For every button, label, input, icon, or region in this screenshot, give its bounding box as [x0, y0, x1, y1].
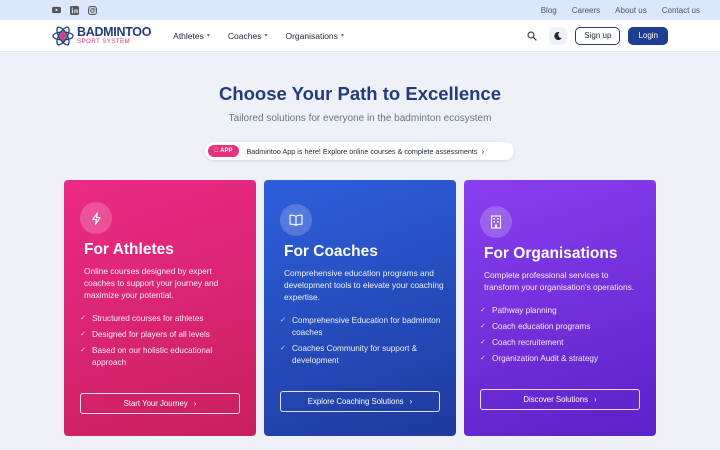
- feature-item: ✓ Coach recruitement: [480, 337, 646, 349]
- feature-list: ✓ Structured courses for athletes ✓ Design…: [80, 313, 246, 373]
- nav-menu: Athletes ▾ Coaches ▾ Organisations ▾: [173, 31, 344, 41]
- check-icon: ✓: [480, 355, 486, 362]
- menu-label: Athletes: [173, 30, 204, 41]
- menu-label: Coaches: [227, 30, 262, 41]
- instagram-icon[interactable]: [88, 5, 97, 15]
- feature-text: Coach recruitement: [492, 338, 564, 347]
- signup-button[interactable]: Sign up: [575, 26, 621, 45]
- feature-text: Coach education programs: [492, 322, 591, 331]
- book-icon: [280, 204, 312, 236]
- feature-item: ✓ Coach education programs: [480, 321, 646, 333]
- chevron-right-icon: ›: [409, 397, 413, 406]
- search-icon: [527, 30, 537, 41]
- chevron-down-icon: ▾: [264, 33, 268, 39]
- discover-solutions-button[interactable]: Discover Solutions ›: [480, 389, 640, 410]
- check-icon: ✓: [480, 307, 486, 314]
- logo-tagline: SPORT SYSTEM: [77, 38, 131, 46]
- chevron-right-icon: ›: [193, 399, 197, 408]
- careers-link[interactable]: Careers: [572, 6, 600, 15]
- check-icon: ✓: [280, 317, 286, 324]
- feature-item: ✓ Structured courses for athletes: [80, 313, 246, 325]
- check-icon: ✓: [80, 315, 86, 322]
- start-journey-button[interactable]: Start Your Journey ›: [80, 393, 240, 414]
- feature-item: ✓ Pathway planning: [480, 305, 646, 317]
- feature-item: ✓ Designed for players of all levels: [80, 329, 246, 341]
- feature-text: Organization Audit & strategy: [492, 354, 599, 363]
- feature-item: ✓ Organization Audit & strategy: [480, 353, 646, 365]
- chevron-right-icon: ›: [481, 147, 484, 156]
- search-button[interactable]: [523, 27, 541, 45]
- theme-toggle-button[interactable]: [549, 26, 568, 45]
- linkedin-icon[interactable]: [70, 5, 79, 15]
- app-announcement-banner[interactable]:  APP Badmintoo App is here! Explore onl…: [205, 142, 514, 160]
- blog-link[interactable]: Blog: [541, 6, 557, 15]
- card-title: For Athletes: [84, 241, 174, 258]
- card-coaches: For Coaches Comprehensive education prog…: [264, 180, 456, 436]
- page-title: Choose Your Path to Excellence: [218, 83, 502, 104]
- login-button[interactable]: Login: [628, 26, 668, 45]
- feature-text: Based on our holistic educational approa…: [92, 346, 213, 367]
- menu-organisations[interactable]: Organisations ▾: [285, 31, 343, 41]
- main-navigation: BADMINTOO SPORT SYSTEM Athletes ▾ Coache…: [0, 20, 720, 52]
- logo-wordmark: BADMINTOO: [77, 24, 152, 39]
- chevron-down-icon: ▾: [340, 33, 344, 39]
- feature-list: ✓ Comprehensive Education for badminton c…: [280, 315, 446, 371]
- menu-coaches[interactable]: Coaches ▾: [228, 31, 268, 41]
- atom-logo-icon: [52, 25, 74, 46]
- announcement-text: Badmintoo App is here! Explore online co…: [240, 146, 478, 156]
- check-icon: ✓: [480, 339, 486, 346]
- moon-icon: [554, 31, 563, 40]
- card-description: Complete professional services to transf…: [484, 270, 635, 292]
- card-title: For Organisations: [484, 245, 618, 262]
- logo[interactable]: BADMINTOO SPORT SYSTEM: [52, 25, 151, 47]
- card-organisations: For Organisations Complete professional …: [464, 180, 656, 436]
- app-badge:  APP: [208, 145, 239, 157]
- check-icon: ✓: [80, 347, 86, 354]
- feature-item: ✓ Coaches Community for support & develop…: [280, 343, 446, 367]
- about-us-link[interactable]: About us: [615, 6, 647, 15]
- nav-actions: Sign up Login: [523, 26, 668, 45]
- feature-text: Pathway planning: [492, 306, 557, 315]
- lightning-icon: [80, 202, 112, 234]
- feature-text: Comprehensive Education for badminton co…: [292, 316, 441, 337]
- utility-links: Blog Careers About us Contact us: [541, 6, 700, 15]
- explore-coaching-button[interactable]: Explore Coaching Solutions ›: [280, 391, 440, 412]
- check-icon: ✓: [480, 323, 486, 330]
- social-links: [52, 5, 97, 15]
- youtube-icon[interactable]: [52, 6, 61, 15]
- feature-list: ✓ Pathway planning ✓ Coach education progr…: [480, 305, 646, 369]
- button-label: Start Your Journey: [123, 399, 188, 408]
- chevron-down-icon: ▾: [206, 33, 210, 39]
- feature-text: Designed for players of all levels: [92, 330, 210, 339]
- feature-item: ✓ Comprehensive Education for badminton c…: [280, 315, 446, 339]
- contact-us-link[interactable]: Contact us: [662, 6, 700, 15]
- card-description: Online courses designed by expert coache…: [84, 266, 219, 300]
- check-icon: ✓: [80, 331, 86, 338]
- top-utility-bar: Blog Careers About us Contact us: [0, 0, 720, 20]
- building-icon: [480, 206, 512, 238]
- menu-label: Organisations: [285, 30, 338, 41]
- chevron-right-icon: ›: [593, 395, 597, 404]
- feature-text: Coaches Community for support & developm…: [292, 344, 418, 365]
- page-subtitle: Tailored solutions for everyone in the b…: [228, 113, 492, 124]
- button-label: Discover Solutions: [523, 395, 588, 404]
- menu-athletes[interactable]: Athletes ▾: [173, 31, 210, 41]
- feature-text: Structured courses for athletes: [92, 314, 204, 323]
- button-label: Explore Coaching Solutions: [307, 397, 404, 406]
- card-athletes: For Athletes Online courses designed by …: [64, 180, 256, 436]
- check-icon: ✓: [280, 345, 286, 352]
- card-title: For Coaches: [284, 243, 378, 260]
- feature-item: ✓ Based on our holistic educational appro…: [80, 345, 246, 369]
- card-description: Comprehensive education programs and dev…: [284, 268, 444, 302]
